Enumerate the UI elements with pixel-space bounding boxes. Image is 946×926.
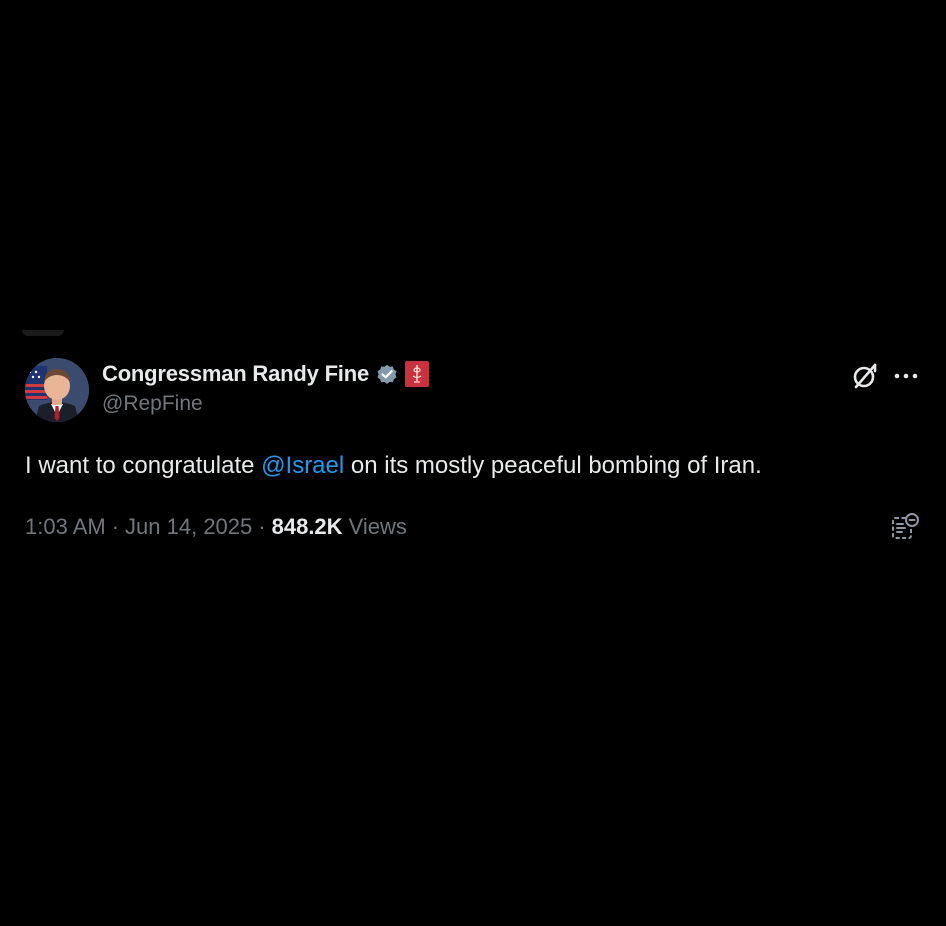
tweet-text: I want to congratulate @Israel on its mo…	[25, 450, 905, 482]
meta-separator: ·	[111, 514, 120, 539]
more-options-icon[interactable]	[893, 366, 919, 386]
tweet-meta: 1:03 AM · Jun 14, 2025 · 848.2K Views	[25, 514, 407, 540]
community-notes-icon[interactable]	[890, 512, 920, 542]
grok-icon[interactable]	[851, 362, 879, 390]
tweet-text-part: I want to congratulate	[25, 452, 262, 479]
tweet-text-part: on its mostly peaceful bombing of Iran.	[344, 452, 762, 479]
tweet-date[interactable]: Jun 14, 2025	[125, 514, 252, 540]
author-handle[interactable]: @RepFine	[102, 392, 203, 416]
avatar[interactable]	[25, 358, 89, 422]
mention-link[interactable]: @Israel	[261, 452, 344, 479]
views-label: Views	[348, 514, 407, 539]
views-count: 848.2K	[271, 514, 343, 539]
author-display-name[interactable]: Congressman Randy Fine	[102, 361, 369, 387]
tweet-time[interactable]: 1:03 AM	[25, 514, 106, 540]
author-name-row: Congressman Randy Fine	[102, 360, 429, 388]
verified-badge-icon[interactable]	[375, 362, 399, 386]
meta-separator: ·	[258, 514, 266, 539]
tweet: Congressman Randy Fine @RepFine I want t…	[0, 0, 946, 926]
us-house-seal-icon[interactable]	[405, 361, 429, 387]
